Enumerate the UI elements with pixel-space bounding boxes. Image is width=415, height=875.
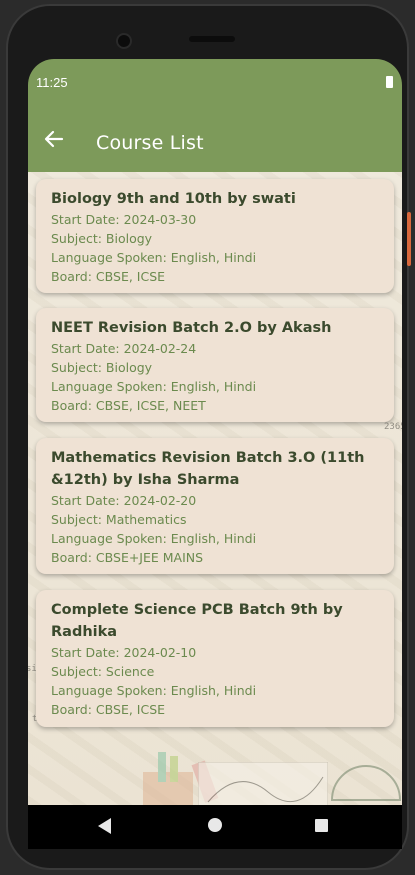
power-button [407,212,411,266]
page-title: Course List [96,132,204,154]
nav-recents-icon[interactable] [315,819,328,832]
course-language: Language Spoken: English, Hindi [51,250,257,265]
phone-frame: 11:25 Course List sin(a+β) =sina+cosβ ta… [6,4,409,870]
course-language: Language Spoken: English, Hindi [51,379,257,394]
course-subject: Subject: Biology [51,360,153,375]
status-bar: 11:25 [28,59,402,106]
course-title: Mathematics Revision Batch 3.O (11th &12… [51,450,365,488]
background-graph-paper [198,762,328,805]
arrow-back-icon[interactable] [42,128,66,150]
front-camera [116,33,132,49]
earpiece-speaker [189,36,235,42]
course-board: Board: CBSE, ICSE [51,269,166,284]
app-bar: Course List [28,106,402,172]
course-subject: Subject: Mathematics [51,512,187,527]
course-title: Complete Science PCB Batch 9th by Radhik… [51,602,343,640]
course-title: Biology 9th and 10th by swati [51,191,296,207]
course-title: NEET Revision Batch 2.O by Akash [51,320,332,336]
course-start-date: Start Date: 2024-02-10 [51,645,197,660]
course-list[interactable]: sin(a+β) =sina+cosβ tan(a+β)= sin(a+β) 2… [28,172,402,805]
course-card[interactable]: Complete Science PCB Batch 9th by Radhik… [36,590,394,727]
system-nav-bar [28,805,402,849]
course-card[interactable]: Biology 9th and 10th by swati Start Date… [36,179,394,293]
battery-full-icon [386,76,393,88]
course-language: Language Spoken: English, Hindi [51,683,257,698]
course-subject: Subject: Biology [51,231,153,246]
course-start-date: Start Date: 2024-03-30 [51,212,197,227]
background-protractor [330,765,402,801]
course-card[interactable]: Mathematics Revision Batch 3.O (11th &12… [36,438,394,574]
background-doodle: 2365 [384,422,402,432]
course-start-date: Start Date: 2024-02-24 [51,341,197,356]
course-subject: Subject: Science [51,664,155,679]
course-language: Language Spoken: English, Hindi [51,531,257,546]
course-card[interactable]: NEET Revision Batch 2.O by Akash Start D… [36,308,394,422]
screen: 11:25 Course List sin(a+β) =sina+cosβ ta… [28,59,402,849]
status-time: 11:25 [36,75,68,90]
course-board: Board: CBSE, ICSE [51,702,166,717]
course-start-date: Start Date: 2024-02-20 [51,493,197,508]
nav-back-icon[interactable] [98,818,111,834]
nav-home-icon[interactable] [208,818,222,832]
course-board: Board: CBSE+JEE MAINS [51,550,204,565]
course-board: Board: CBSE, ICSE, NEET [51,398,206,413]
